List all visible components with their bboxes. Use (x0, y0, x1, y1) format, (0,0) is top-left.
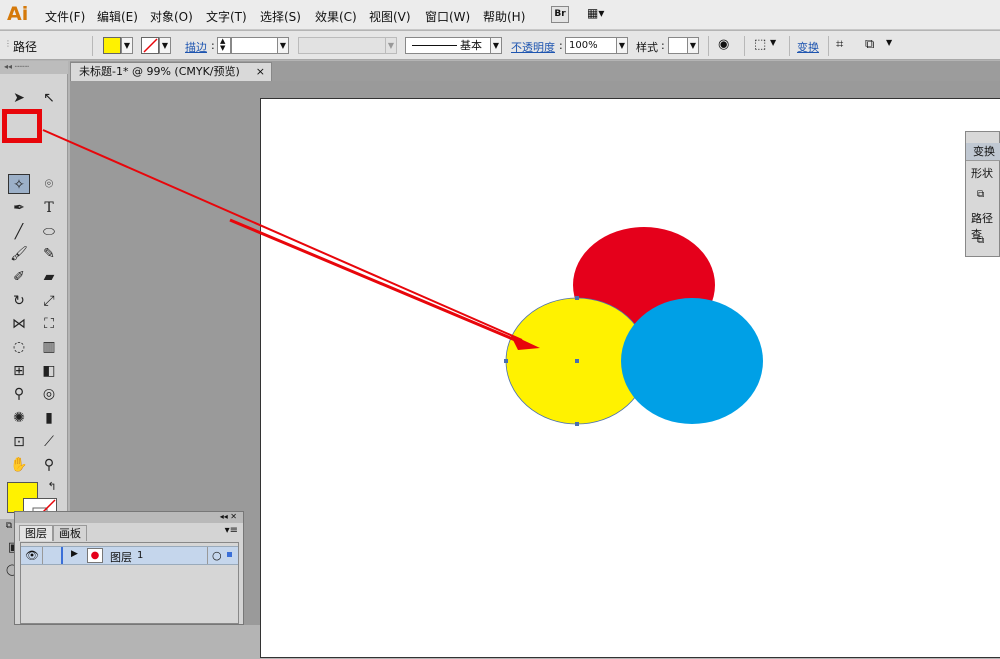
arrow-head (510, 334, 540, 350)
arrow-line-thick (229, 218, 521, 344)
arrow-line-thin (42, 129, 523, 341)
annotation-arrow (42, 129, 540, 350)
